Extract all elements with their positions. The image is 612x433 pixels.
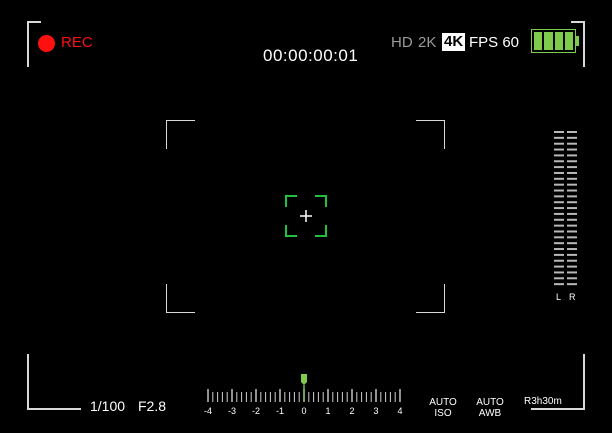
ev-tick-label: -2 [251,406,260,416]
record-dot-icon[interactable] [38,35,55,52]
awb-mode: AUTO [476,397,504,408]
audio-meter-bar [567,183,577,186]
format-hd: HD [391,34,413,51]
audio-meter-bar [554,195,564,198]
audio-meter-bar [554,212,564,215]
audio-meter-left-label: L [556,292,562,302]
audio-meter-bar [554,207,564,210]
battery-segment [564,32,573,50]
audio-meter-bar [554,271,564,274]
audio-meter-bar [554,218,564,221]
audio-meter-bar [567,242,577,245]
audio-meter-bar [554,224,564,227]
awb-label: AWB [478,408,502,419]
audio-meter-bar [554,248,564,251]
audio-meter-bar [567,224,577,227]
battery-tip [576,36,579,46]
audio-meter-bar [554,189,564,192]
audio-meter-bar [567,277,577,280]
audio-meter-bar [567,230,577,233]
guide-corner-bottom-left [166,284,195,313]
format-4k-badge: 4K [442,33,466,51]
audio-meter-bar [567,265,577,268]
format-resolution: 2K [418,34,437,51]
exposure-scale[interactable] [200,370,415,406]
battery-segment [534,32,543,50]
audio-meter-bar [554,131,564,133]
audio-meter-bar [554,177,564,180]
audio-meter-bar [567,166,577,169]
audio-meter-left [554,131,564,286]
guide-corner-bottom-right [416,284,445,313]
audio-meter-bar [567,201,577,204]
audio-meter-bar [567,271,577,274]
ev-indicator-icon[interactable] [301,374,307,385]
iso-label: ISO [434,408,452,419]
frame-corner-bottom-left [27,354,81,410]
crosshair-icon [300,210,312,222]
audio-meter-bar [554,259,564,262]
audio-meter-bar [554,277,564,280]
audio-meter-bar [567,142,577,145]
iso-mode: AUTO [429,397,457,408]
ev-tick-label: 2 [349,406,355,416]
ev-tick-label: -3 [227,406,236,416]
audio-meter-bar [567,212,577,215]
audio-meter-bar [567,259,577,262]
audio-meter-bar [567,253,577,256]
audio-meter-bar [567,177,577,180]
audio-meter-bar [567,283,577,286]
audio-meter-bar [567,218,577,221]
aperture[interactable]: F2.8 [138,398,166,414]
fps-label: FPS 60 [469,34,520,51]
audio-meter-bar [554,242,564,245]
guide-corner-top-right [416,120,445,149]
audio-meter-bar [567,195,577,198]
audio-meter-bar [567,148,577,151]
audio-meter-bar [567,171,577,174]
audio-meter-bar [554,166,564,169]
rec-label: REC [61,34,93,51]
audio-meter-bar [567,160,577,163]
audio-meter-right-label: R [569,292,576,302]
ev-tick-label: 0 [301,406,307,416]
audio-meter-bar [554,283,564,286]
audio-meter-bar [567,154,577,157]
remaining-time: R3h30m [524,396,562,407]
audio-meter-bar [554,136,564,139]
audio-meter-bar [554,183,564,186]
iso-setting[interactable]: AUTO ISO [424,397,462,419]
audio-meter-bar [567,248,577,251]
battery-icon [531,29,576,53]
audio-meter-bar [567,207,577,210]
audio-meter-bar [554,201,564,204]
audio-meter-bar [554,160,564,163]
battery-segment [544,32,553,50]
shutter-speed[interactable]: 1/100 [90,398,125,414]
ev-tick-label: -4 [203,406,212,416]
audio-meter-bar [554,171,564,174]
ev-tick-label: 3 [373,406,379,416]
battery-segment [554,32,563,50]
audio-meter-bar [567,189,577,192]
ev-tick-label: 4 [397,406,403,416]
audio-meter-bar [567,236,577,239]
awb-setting[interactable]: AUTO AWB [471,397,509,419]
audio-meter-bar [554,142,564,145]
ev-tick-label: 1 [325,406,331,416]
audio-meter-bar [554,148,564,151]
audio-meter-bar [567,136,577,139]
audio-meter-bar [554,154,564,157]
audio-meter-bar [554,236,564,239]
audio-meter-bar [554,230,564,233]
ev-tick-label: -1 [275,406,284,416]
audio-meter-bar [554,265,564,268]
audio-meter-bar [567,131,577,133]
audio-meter-bar [554,253,564,256]
timecode: 00:00:00:01 [263,46,359,65]
guide-corner-top-left [166,120,195,149]
audio-meter-right [567,131,577,286]
